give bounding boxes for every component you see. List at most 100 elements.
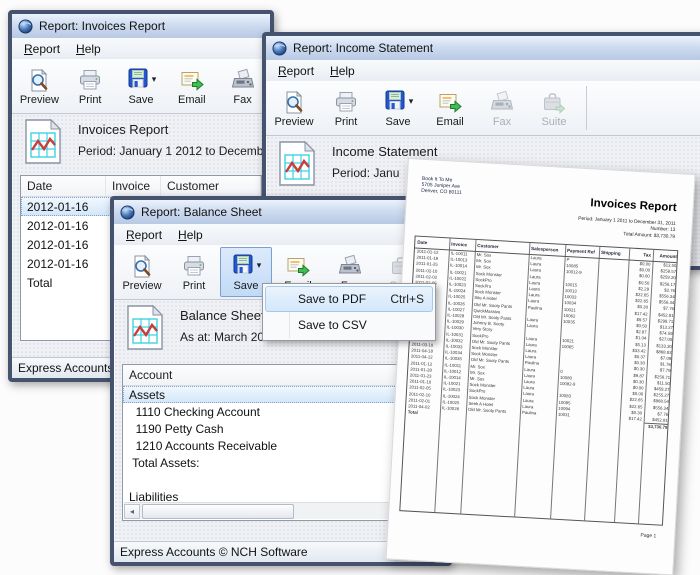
- email-button[interactable]: Email: [166, 61, 217, 111]
- menu-item-save-to-csv[interactable]: Save to CSV: [265, 312, 433, 338]
- button-label: Email: [178, 94, 206, 106]
- button-label: Save: [233, 280, 258, 292]
- income-menubar: Report Help: [266, 60, 700, 82]
- cell: 2012-01-16: [21, 219, 112, 233]
- button-label: Print: [335, 116, 358, 128]
- save-dropdown-icon[interactable]: ▾: [257, 261, 262, 270]
- save-button[interactable]: ▾ Save: [116, 61, 167, 111]
- button-label: Print: [183, 280, 206, 292]
- app-icon: [18, 19, 33, 34]
- suite-button[interactable]: Suite: [528, 83, 580, 133]
- preview-button[interactable]: Preview: [268, 83, 320, 133]
- window-title: Report: Invoices Report: [39, 19, 165, 33]
- save-dropdown-icon[interactable]: ▾: [152, 75, 157, 84]
- print-button[interactable]: Print: [65, 61, 116, 111]
- menu-item-save-to-pdf[interactable]: Save to PDF Ctrl+S: [265, 286, 433, 312]
- cell: 2012-01-16: [21, 238, 112, 252]
- column-header: Customer: [475, 243, 529, 251]
- button-label: Preview: [122, 280, 161, 292]
- table-row[interactable]: Assets: [123, 386, 439, 403]
- cell: Assets: [123, 388, 439, 402]
- balance-titlebar[interactable]: Report: Balance Sheet: [114, 200, 448, 225]
- button-label: Preview: [20, 94, 59, 106]
- report-doc-icon: [126, 304, 164, 351]
- column-header: Salesperson: [529, 246, 565, 253]
- button-label: Suite: [541, 116, 566, 128]
- suite-icon: [542, 89, 566, 115]
- fax-icon: [338, 253, 362, 279]
- print-icon: [182, 253, 206, 279]
- menu-report[interactable]: Report: [270, 62, 322, 80]
- print-icon: [334, 89, 358, 115]
- cell: Total: [406, 410, 440, 419]
- fax-button[interactable]: Fax: [476, 83, 528, 133]
- save-dropdown-icon[interactable]: ▾: [409, 97, 414, 106]
- print-button[interactable]: Print: [320, 83, 372, 133]
- preview-button[interactable]: Preview: [14, 61, 65, 111]
- invoices-table-header: DateInvoiceCustomer: [21, 176, 261, 197]
- invoices-menubar: Report Help: [12, 38, 270, 60]
- cell: Total: [21, 276, 112, 290]
- column-header: Date: [415, 240, 449, 247]
- cell: $3,730.79: [643, 423, 669, 432]
- menu-help[interactable]: Help: [322, 62, 363, 80]
- toolbar-separator: [586, 86, 587, 130]
- menu-report[interactable]: Report: [16, 40, 68, 58]
- cell: 2012-01-16: [21, 257, 112, 271]
- invoices-toolbar: Preview Print ▾ Save Email Fax: [12, 59, 270, 114]
- menu-report[interactable]: Report: [118, 226, 170, 244]
- preview-button[interactable]: Preview: [116, 247, 168, 297]
- save-button[interactable]: ▾ Save: [372, 83, 424, 133]
- income-titlebar[interactable]: Report: Income Statement: [266, 36, 700, 61]
- balance-table-header: Account: [123, 365, 439, 386]
- invoices-titlebar[interactable]: Report: Invoices Report: [12, 14, 270, 39]
- preview-icon: [282, 89, 306, 115]
- cell: [519, 416, 555, 425]
- menu-item-shortcut: Ctrl+S: [390, 292, 424, 306]
- fax-button[interactable]: Fax: [217, 61, 268, 111]
- save-icon: [231, 252, 255, 279]
- cell: [619, 422, 643, 431]
- cell: [589, 420, 619, 429]
- scrollbar-thumb[interactable]: [142, 504, 294, 519]
- desktop: Report: Invoices Report Report Help Prev…: [0, 0, 700, 575]
- table-row[interactable]: 1110 Checking Account: [123, 403, 439, 420]
- print-button[interactable]: Print: [168, 247, 220, 297]
- email-icon: [286, 253, 310, 279]
- email-icon: [438, 89, 462, 115]
- button-label: Print: [79, 94, 102, 106]
- column-header: Date: [21, 176, 106, 196]
- report-title: Invoices Report: [78, 122, 270, 137]
- button-label: Email: [436, 116, 464, 128]
- menu-help[interactable]: Help: [68, 40, 109, 58]
- report-period: Period: January 1 2012 to December 31 20…: [78, 144, 270, 158]
- scroll-left-icon[interactable]: ◂: [124, 504, 140, 519]
- report-title: Income Statement: [332, 144, 438, 159]
- column-header: Tax: [629, 251, 653, 257]
- column-header: Invoice: [449, 241, 475, 247]
- menu-item-label: Save to PDF: [298, 292, 390, 306]
- button-label: Preview: [274, 116, 313, 128]
- print-icon: [78, 67, 102, 93]
- balance-menubar: Report Help: [114, 224, 448, 246]
- menu-help[interactable]: Help: [170, 226, 211, 244]
- page-number: Page 1: [640, 533, 656, 540]
- printed-invoices-report: Book It To Me 5705 Juniper Ave Denver, C…: [386, 158, 696, 575]
- column-header: Shipping: [599, 250, 629, 257]
- save-dropdown-menu: Save to PDF Ctrl+S Save to CSV: [262, 283, 436, 341]
- column-header: Account: [123, 365, 439, 385]
- window-title: Report: Income Statement: [293, 41, 433, 55]
- email-button[interactable]: Email: [424, 83, 476, 133]
- cell: 1110 Checking Account: [123, 405, 439, 419]
- save-icon: [126, 66, 150, 93]
- cell: 2012-01-16: [21, 200, 112, 214]
- cell: [555, 418, 589, 427]
- app-icon: [120, 205, 135, 220]
- column-header: Invoice: [106, 176, 161, 196]
- report-doc-icon: [278, 140, 316, 187]
- column-header: Payment Ref: [565, 248, 599, 255]
- paper-title: Invoices Report: [590, 197, 677, 214]
- menu-item-label: Save to CSV: [298, 318, 424, 332]
- paper-table-rows: 2011-01-12IL-10011Mr. SoxLauraP$0.00$13.…: [406, 249, 677, 432]
- button-label: Fax: [233, 94, 251, 106]
